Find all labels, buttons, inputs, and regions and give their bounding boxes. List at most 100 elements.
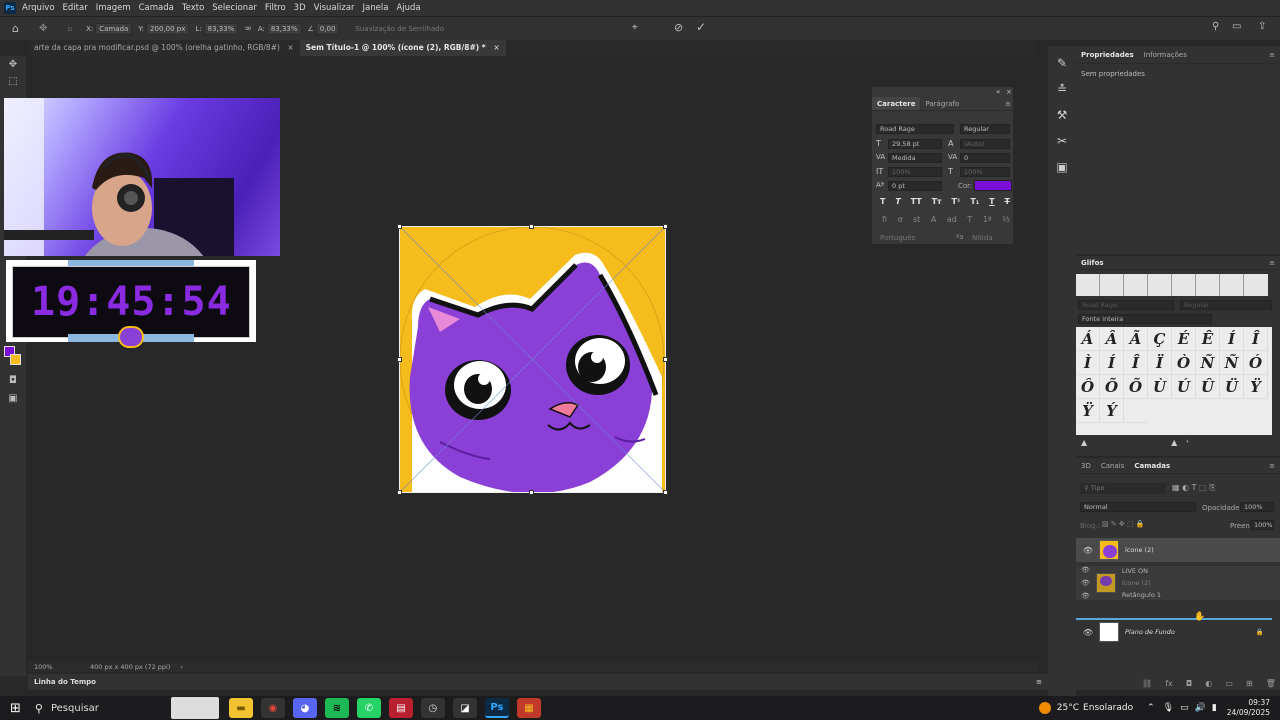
layer-row-dragging[interactable]: 👁 👁 👁 LIVE ON ícone (2) Retângulo 1: [1076, 566, 1280, 600]
angle-field[interactable]: 0,00: [315, 22, 340, 35]
kerning-field[interactable]: Medida: [888, 153, 942, 163]
clock-icon[interactable]: ◷: [420, 698, 445, 718]
discord-icon[interactable]: ◕: [292, 698, 317, 718]
zoom-in-glyph-icon[interactable]: ▲: [1171, 438, 1177, 447]
glyph-cell[interactable]: Ç: [1148, 327, 1172, 351]
superscript-icon[interactable]: T¹: [952, 197, 961, 206]
marquee-tool-icon[interactable]: ⬚: [0, 73, 26, 90]
vertical-scale-field[interactable]: 100%: [888, 167, 942, 177]
transform-handle[interactable]: [663, 224, 668, 229]
timeline-label[interactable]: Linha do Tempo: [34, 678, 96, 686]
glyph-cell[interactable]: Î: [1244, 327, 1268, 351]
recent-glyph-slot[interactable]: [1148, 274, 1172, 296]
eye-icons[interactable]: 👁 👁 👁: [1081, 564, 1090, 603]
transform-handle[interactable]: [663, 490, 668, 495]
recent-glyph-slot[interactable]: [1100, 274, 1124, 296]
recent-glyph-slot[interactable]: [1124, 274, 1148, 296]
tab-caractere[interactable]: Caractere: [872, 97, 921, 110]
panel-menu-icon[interactable]: ≡: [1264, 462, 1280, 470]
search-icon[interactable]: ⚲: [1212, 21, 1219, 32]
delete-layer-icon[interactable]: 🗑: [1266, 679, 1276, 688]
reference-point-icon[interactable]: ▫: [67, 25, 72, 33]
glyph-cell[interactable]: Ê: [1196, 327, 1220, 351]
tab-paragrafo[interactable]: Parágrafo: [920, 97, 964, 110]
close-icon[interactable]: ×: [1006, 88, 1012, 96]
quick-mask-icon[interactable]: ◘: [0, 372, 26, 389]
tab-canais[interactable]: Canais: [1096, 462, 1130, 470]
layer-filter-input[interactable]: ⚲ Tipo: [1080, 483, 1166, 494]
menu-camada[interactable]: Camada: [139, 3, 174, 13]
recent-glyph-slot[interactable]: [1172, 274, 1196, 296]
stack-icon[interactable]: ▦: [516, 698, 541, 718]
titling-icon[interactable]: T: [967, 215, 972, 224]
horizontal-scale-field[interactable]: 100%: [960, 167, 1010, 177]
share-icon[interactable]: ⇪: [1258, 21, 1266, 32]
height-field[interactable]: 83,33%: [266, 22, 302, 35]
transform-handle[interactable]: [663, 357, 668, 362]
eye-icon[interactable]: 👁: [1081, 628, 1095, 637]
glyph-cell[interactable]: Ù: [1148, 375, 1172, 399]
search-icon[interactable]: ⚲: [35, 702, 43, 715]
recent-glyph-slot[interactable]: [1244, 274, 1268, 296]
tab-camadas[interactable]: Camadas: [1129, 462, 1175, 470]
layer-row[interactable]: 👁 ícone (2): [1076, 538, 1280, 562]
weather-text[interactable]: Ensolarado: [1083, 703, 1133, 713]
cancel-transform-icon[interactable]: ⊘: [674, 21, 683, 34]
link-layers-icon[interactable]: ⛓: [1142, 679, 1152, 688]
fraction-icon[interactable]: ½: [1002, 215, 1010, 224]
font-family-select[interactable]: Road Rage: [876, 124, 954, 134]
recent-glyph-slot[interactable]: [1220, 274, 1244, 296]
glyph-cell[interactable]: Ú: [1172, 375, 1196, 399]
layer-row[interactable]: 👁 Plano de Fundo 🔒: [1076, 620, 1280, 644]
panel-menu-icon[interactable]: ≡: [1264, 51, 1280, 59]
contextual-alt-icon[interactable]: ơ: [898, 215, 903, 224]
strikethrough-icon[interactable]: T: [1004, 197, 1009, 206]
stylistic-alt-icon[interactable]: ad: [947, 215, 957, 224]
tab-sem-titulo[interactable]: Sem Título-1 @ 100% (ícone (2), RGB/8#) …: [299, 40, 506, 56]
layer-name[interactable]: LIVE ON: [1122, 565, 1161, 577]
ligature-icon[interactable]: fi: [882, 215, 887, 224]
glyph-cell[interactable]: Ñ: [1220, 351, 1244, 375]
history-icon[interactable]: ▣: [1048, 154, 1076, 180]
blend-mode-select[interactable]: Normal: [1080, 502, 1196, 512]
new-group-icon[interactable]: ▭: [1225, 679, 1233, 688]
glyph-cell[interactable]: Ó: [1244, 351, 1268, 375]
glyph-cell[interactable]: Ÿ: [1076, 399, 1100, 423]
move-tool-icon[interactable]: ✥: [0, 56, 26, 73]
microphone-icon[interactable]: 🎙: [1163, 703, 1174, 713]
menu-texto[interactable]: Texto: [182, 3, 204, 13]
layer-name[interactable]: Retângulo 1: [1122, 589, 1161, 601]
whatsapp-icon[interactable]: ✆: [356, 698, 381, 718]
antialias-label[interactable]: Suavização de Serrilhado: [355, 25, 444, 33]
glyph-cell[interactable]: Ý: [1100, 399, 1124, 423]
baseline-field[interactable]: 0 pt: [888, 181, 942, 191]
network-icon[interactable]: ▭: [1180, 703, 1189, 713]
winrar-icon[interactable]: ▤: [388, 698, 413, 718]
transform-handle[interactable]: [529, 490, 534, 495]
glyph-cell[interactable]: Ã: [1124, 327, 1148, 351]
subscript-icon[interactable]: T₁: [970, 197, 979, 206]
all-caps-icon[interactable]: TT: [911, 197, 922, 206]
panel-menu-icon[interactable]: ≡: [1036, 678, 1042, 686]
menu-visualizar[interactable]: Visualizar: [314, 3, 355, 13]
search-highlight-image[interactable]: [170, 697, 219, 719]
fx-icon[interactable]: fx: [1165, 679, 1173, 688]
small-caps-icon[interactable]: Tт: [932, 197, 942, 206]
taskbar-search-label[interactable]: Pesquisar: [51, 703, 99, 714]
glyph-cell[interactable]: Â: [1100, 327, 1124, 351]
adjustments-icon[interactable]: ≛: [1048, 76, 1076, 102]
glyph-cell[interactable]: Õ: [1124, 375, 1148, 399]
status-arrow-icon[interactable]: ›: [180, 663, 183, 671]
layer-filter-icons[interactable]: ▦ ◐ T ⬚ ⎘: [1172, 483, 1216, 493]
underline-icon[interactable]: T: [989, 197, 994, 206]
font-style-select[interactable]: Regular: [960, 124, 1010, 134]
discretionary-lig-icon[interactable]: st: [913, 215, 920, 224]
glyph-cell[interactable]: É: [1172, 327, 1196, 351]
menu-selecionar[interactable]: Selecionar: [212, 3, 257, 13]
glyph-cell[interactable]: Î: [1124, 351, 1148, 375]
recent-glyph-slot[interactable]: [1196, 274, 1220, 296]
background-color-swatch[interactable]: [10, 354, 21, 365]
file-explorer-icon[interactable]: ▬: [228, 698, 253, 718]
menu-janela[interactable]: Janela: [363, 3, 389, 13]
glyphs-font-select[interactable]: Road Rage: [1078, 300, 1174, 310]
